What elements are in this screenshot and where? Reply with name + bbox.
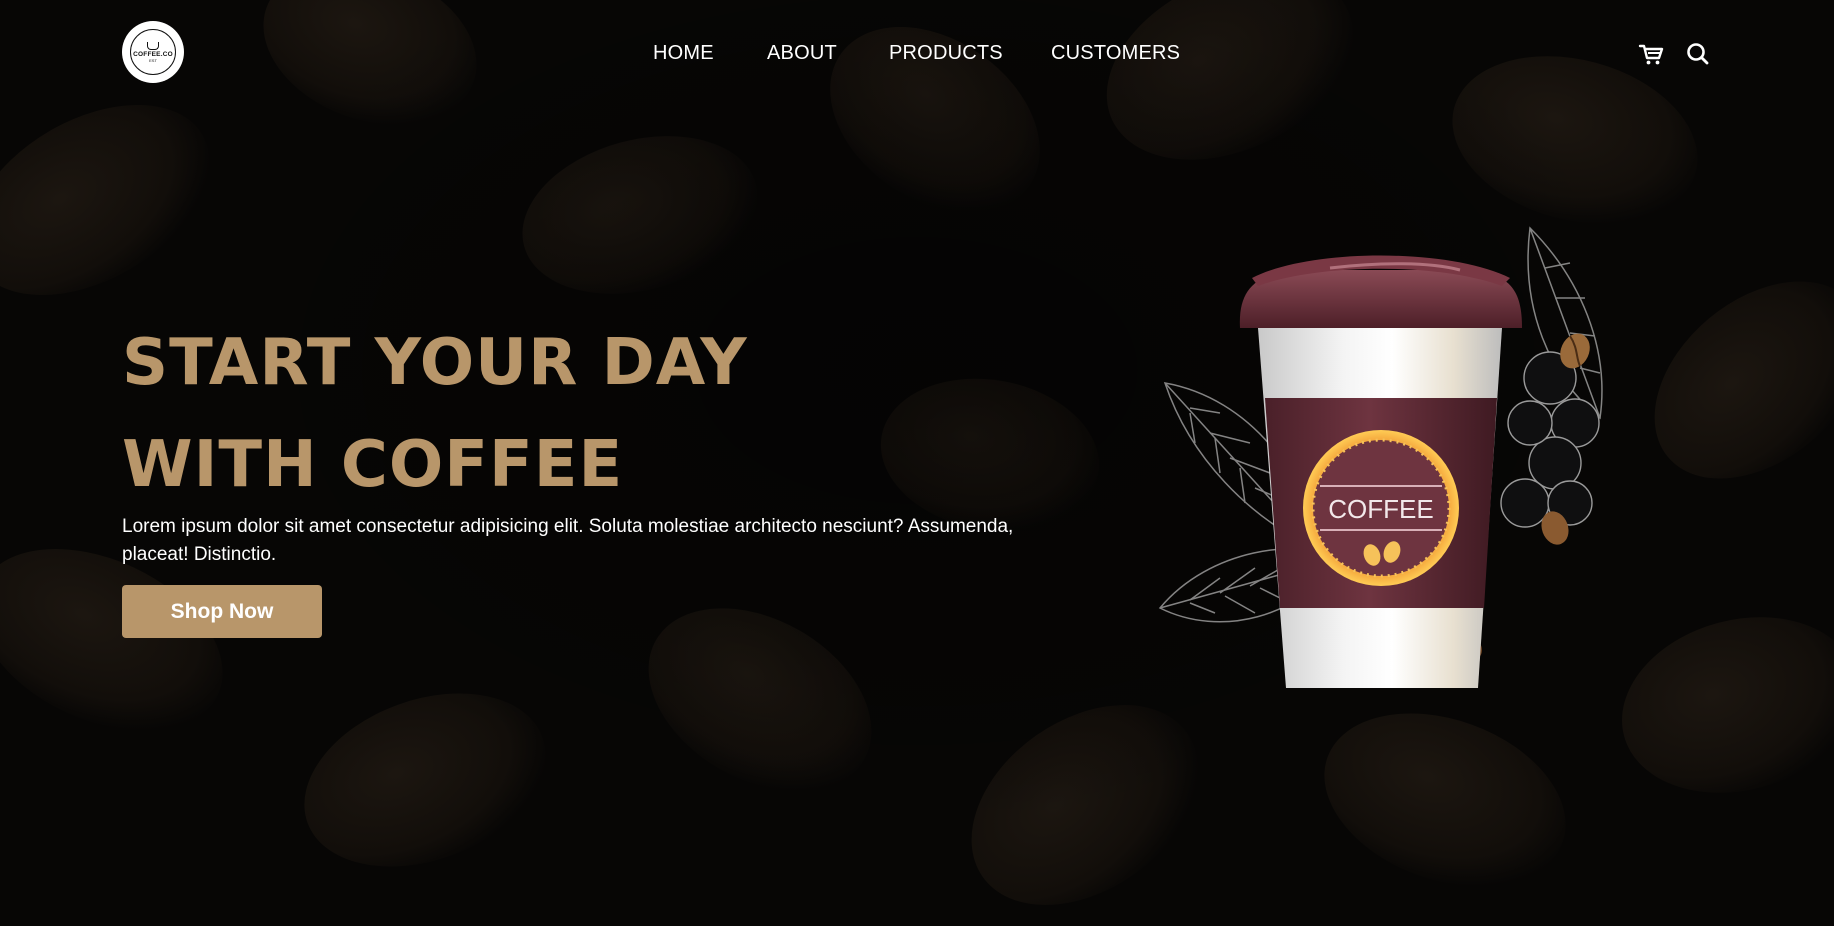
logo-emblem: COFFEE.CO EST bbox=[130, 29, 176, 75]
nav-item-about[interactable]: ABOUT bbox=[767, 42, 837, 65]
logo-text: COFFEE.CO bbox=[133, 50, 173, 58]
nav-item-home[interactable]: HOME bbox=[653, 42, 714, 65]
nav-item-products[interactable]: PRODUCTS bbox=[889, 42, 1003, 65]
cup-icon bbox=[147, 41, 159, 50]
hero-title-line1: START YOUR DAY bbox=[122, 326, 748, 400]
site-header: COFFEE.CO EST HOME ABOUT PRODUCTS CUSTOM… bbox=[0, 0, 1834, 110]
hero-description: Lorem ipsum dolor sit amet consectetur a… bbox=[122, 516, 1014, 565]
cart-icon[interactable] bbox=[1637, 40, 1665, 68]
coffee-cup-illustration: COFFEE bbox=[1130, 218, 1630, 718]
shop-now-button[interactable]: Shop Now bbox=[122, 585, 322, 638]
cup-label: COFFEE bbox=[1328, 494, 1433, 524]
logo-subtext: EST bbox=[149, 57, 157, 63]
hero-title-line2: WITH COFFEE bbox=[122, 428, 624, 502]
search-icon[interactable] bbox=[1684, 40, 1712, 68]
nav-item-customers[interactable]: CUSTOMERS bbox=[1051, 42, 1180, 65]
hero-title: START YOUR DAY WITH COFFEE bbox=[122, 312, 748, 516]
brand-logo[interactable]: COFFEE.CO EST bbox=[122, 21, 184, 83]
